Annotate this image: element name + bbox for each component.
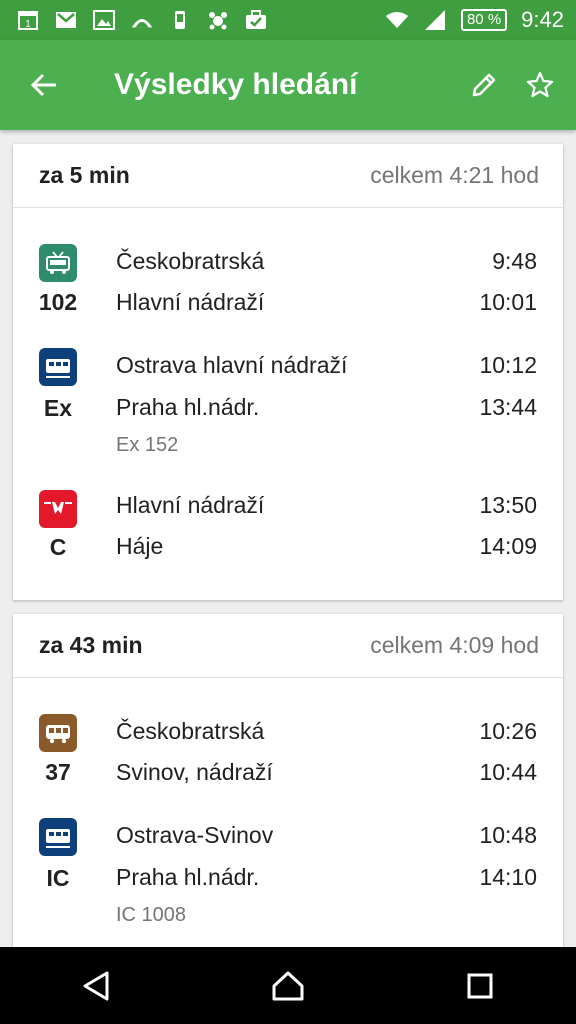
to-stop: Hlavní nádraží — [116, 289, 265, 315]
train-icon — [39, 348, 77, 386]
to-stop: Praha hl.nádr. — [116, 394, 260, 420]
metro-icon — [39, 490, 77, 528]
signal-icon — [423, 9, 447, 31]
edit-button[interactable] — [456, 57, 512, 113]
app-icon — [130, 9, 154, 31]
line-number: C — [49, 534, 67, 560]
train-number: Ex 152 — [116, 434, 179, 456]
arrival-time: 14:10 — [479, 864, 537, 890]
system-nav-bar — [0, 947, 576, 1024]
nav-recents-button[interactable] — [450, 956, 510, 1016]
favorite-button[interactable] — [512, 57, 568, 113]
photo-icon — [92, 9, 116, 31]
clock: 9:42 — [521, 7, 564, 32]
briefcase-check-icon — [244, 9, 268, 31]
departure-time: 10:48 — [479, 822, 537, 848]
arrival-time: 10:44 — [479, 759, 537, 785]
from-stop: Českobratrská — [116, 248, 265, 274]
line-number: 102 — [38, 289, 78, 315]
gmail-icon — [54, 9, 78, 31]
bug-icon — [206, 9, 230, 31]
arrival-time: 14:09 — [479, 533, 537, 559]
from-stop: Hlavní nádraží — [116, 492, 265, 518]
result-card[interactable]: za 5 min celkem 4:21 hod 102 Českobratrs… — [13, 144, 563, 600]
back-button[interactable] — [16, 57, 72, 113]
pencil-icon — [472, 73, 496, 97]
nav-back-button[interactable] — [66, 956, 126, 1016]
line-number: 37 — [45, 759, 71, 785]
line-number: IC — [46, 865, 70, 891]
from-stop: Českobratrská — [116, 718, 265, 744]
route-leg: 37 Českobratrská 10:26 Svinov, nádraží 1… — [13, 678, 563, 808]
page-title: Výsledky hledání — [114, 68, 358, 101]
departure-countdown: za 5 min — [39, 162, 130, 188]
bus-icon — [39, 714, 77, 752]
status-bar: 1 80 % 9:42 — [0, 0, 576, 40]
arrival-time: 10:01 — [479, 289, 537, 315]
train-number: IC 1008 — [116, 904, 187, 926]
wifi-icon — [385, 9, 409, 31]
departure-time: 13:50 — [479, 492, 537, 518]
calendar-day: 1 — [25, 19, 31, 30]
line-number: Ex — [43, 395, 73, 421]
to-stop: Háje — [116, 533, 164, 559]
battery-indicator: 80 % — [460, 9, 508, 31]
route-leg: C Hlavní nádraží 13:50 Háje 14:09 — [13, 478, 563, 588]
arrow-back-icon — [30, 73, 56, 97]
departure-time: 10:12 — [479, 352, 537, 378]
route-leg: IC Ostrava-Svinov 10:48 Praha hl.nádr. 1… — [13, 808, 563, 947]
star-icon — [526, 71, 554, 98]
total-duration: celkem 4:21 hod — [370, 162, 539, 188]
departure-time: 9:48 — [492, 248, 537, 274]
route-leg: 102 Českobratrská 9:48 Hlavní nádraží 10… — [13, 208, 563, 338]
calendar-icon: 1 — [16, 9, 40, 31]
arrival-time: 13:44 — [479, 394, 537, 420]
to-stop: Praha hl.nádr. — [116, 864, 260, 890]
departure-countdown: za 43 min — [39, 632, 143, 658]
nav-home-button[interactable] — [258, 956, 318, 1016]
home-icon — [272, 971, 304, 1000]
app-bar: Výsledky hledání — [0, 40, 576, 130]
phone-app-icon — [168, 9, 192, 31]
triangle-back-icon — [83, 971, 109, 1000]
total-duration: celkem 4:09 hod — [370, 632, 539, 658]
trolleybus-icon — [39, 244, 77, 282]
card-header: za 43 min celkem 4:09 hod — [13, 614, 563, 678]
from-stop: Ostrava hlavní nádraží — [116, 352, 348, 378]
card-header: za 5 min celkem 4:21 hod — [13, 144, 563, 208]
from-stop: Ostrava-Svinov — [116, 822, 274, 848]
route-leg: Ex Ostrava hlavní nádraží 10:12 Praha hl… — [13, 338, 563, 468]
to-stop: Svinov, nádraží — [116, 759, 273, 785]
departure-time: 10:26 — [479, 718, 537, 744]
result-card[interactable]: za 43 min celkem 4:09 hod 37 Českobratrs… — [13, 614, 563, 947]
square-recents-icon — [467, 973, 493, 998]
train-icon — [39, 818, 77, 856]
